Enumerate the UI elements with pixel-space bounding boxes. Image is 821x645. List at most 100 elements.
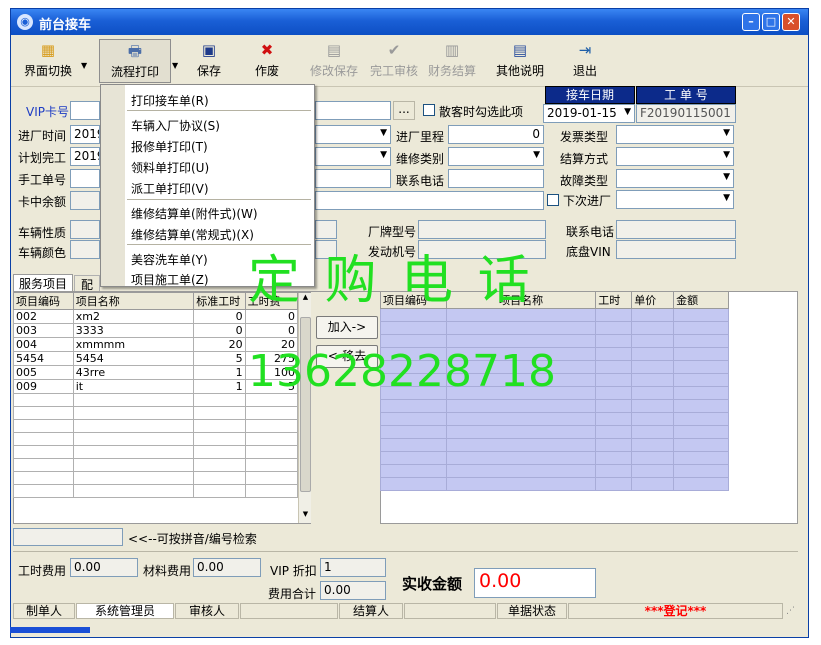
manual-no-label: 手工单号 (18, 173, 67, 187)
tab-parts[interactable]: 配 (74, 275, 100, 292)
exit-door-icon: ⇥ (578, 41, 592, 59)
table-row[interactable] (13, 406, 299, 420)
invoice-type-select[interactable] (616, 125, 734, 144)
col-std-hours[interactable]: 标准工时 (193, 292, 246, 310)
table-cell (13, 484, 74, 498)
progress-bar-fill (10, 627, 90, 633)
complete-audit-button[interactable]: ✔ 完工审核 (367, 39, 421, 83)
card-balance-extra-input[interactable] (315, 191, 544, 210)
table-cell (595, 373, 633, 387)
next-entry-date[interactable] (616, 190, 734, 209)
table-row[interactable] (13, 471, 299, 485)
table-row[interactable] (380, 321, 729, 335)
switch-view-button[interactable]: ▦ 界面切换 (17, 39, 79, 83)
table-row[interactable] (13, 484, 299, 498)
table-row[interactable] (13, 432, 299, 446)
in-time-dropdown[interactable] (315, 125, 391, 144)
table-cell (244, 484, 299, 498)
vehicle-nature-label: 车辆性质 (18, 226, 67, 240)
table-row[interactable] (380, 412, 729, 426)
plan-done-label: 计划完工 (18, 151, 67, 165)
fee-total-label: 费用合计 (268, 587, 317, 601)
add-item-button[interactable]: 加入-> (316, 316, 378, 339)
exit-button[interactable]: ⇥ 退出 (565, 39, 605, 83)
table-row[interactable] (380, 451, 729, 465)
menu-item-entry-agreement[interactable]: 车辆入厂协议(S) (131, 117, 220, 134)
manual-no-extra-input[interactable] (315, 169, 391, 188)
table-row[interactable] (13, 458, 299, 472)
scroll-down-icon[interactable]: ▼ (300, 510, 311, 522)
table-row[interactable] (380, 477, 729, 491)
menu-item-print-receipt[interactable]: 打印接车单(R) (131, 92, 209, 109)
mileage-input[interactable]: 0 (448, 125, 544, 144)
receive-date-picker[interactable]: 2019-01-15 (543, 104, 635, 123)
table-row[interactable] (380, 425, 729, 439)
plan-done-dropdown[interactable] (315, 147, 391, 166)
table-row[interactable]: 003 3333 0 0 (13, 323, 299, 338)
col-sel-price[interactable]: 单价 (631, 291, 675, 309)
menu-item-dispatch[interactable]: 派工单打印(V) (131, 180, 209, 197)
maximize-button[interactable]: □ (762, 13, 780, 31)
work-order-no-field: F20190115001 (636, 104, 736, 123)
table-cell (673, 360, 729, 374)
table-row[interactable] (13, 419, 299, 433)
contact-phone-input[interactable] (448, 169, 544, 188)
table-cell (380, 451, 447, 465)
contact-phone2-label: 联系电话 (566, 225, 615, 239)
vip-card-extra-input[interactable] (315, 101, 391, 120)
minimize-button[interactable]: – (742, 13, 760, 31)
menu-separator (127, 199, 311, 200)
title-bar[interactable]: ◉ 前台接车 – □ ✕ (11, 9, 808, 35)
repair-type-select[interactable] (448, 147, 544, 166)
vip-card-input[interactable] (70, 101, 100, 120)
modify-save-button[interactable]: ▤ 修改保存 (307, 39, 361, 83)
next-entry-checkbox[interactable] (547, 194, 559, 206)
table-row[interactable] (13, 445, 299, 459)
ledger-icon: ▥ (444, 41, 460, 59)
menu-item-construction[interactable]: 项目施工单(Z) (131, 271, 209, 288)
col-sel-hours[interactable]: 工时 (595, 291, 633, 309)
modify-save-label: 修改保存 (309, 64, 358, 78)
other-notes-button[interactable]: ▤ 其他说明 (493, 39, 547, 83)
receive-date-header: 接车日期 (545, 86, 635, 104)
search-input[interactable] (13, 528, 123, 546)
col-item-code[interactable]: 项目编码 (13, 292, 74, 310)
col-item-name[interactable]: 项目名称 (72, 292, 195, 310)
resize-grip-icon[interactable]: ⋰ (786, 606, 795, 616)
vip-lookup-button[interactable]: ... (393, 101, 415, 120)
tab-service-items[interactable]: 服务项目 (13, 274, 73, 291)
table-cell: 002 (13, 309, 74, 324)
table-cell (673, 425, 729, 439)
menu-item-carwash[interactable]: 美容洗车单(Y) (131, 251, 208, 268)
menu-item-repair-order[interactable]: 报修单打印(T) (131, 138, 208, 155)
in-time-input[interactable]: 2019 (70, 125, 100, 144)
manual-no-input[interactable] (70, 169, 100, 188)
fault-type-select[interactable] (616, 169, 734, 188)
close-button[interactable]: ✕ (782, 13, 800, 31)
table-cell (72, 458, 195, 472)
finance-settle-label: 财务结算 (427, 64, 476, 78)
table-row[interactable] (380, 399, 729, 413)
table-row[interactable] (380, 438, 729, 452)
menu-item-settle-attached[interactable]: 维修结算单(附件式)(W) (131, 205, 258, 222)
table-cell: 43rre (72, 365, 195, 380)
finance-settle-button[interactable]: ▥ 财务结算 (425, 39, 479, 83)
scroll-thumb[interactable] (300, 317, 311, 492)
col-sel-amount[interactable]: 金额 (673, 291, 729, 309)
settle-method-select[interactable] (616, 147, 734, 166)
menu-item-parts-pick[interactable]: 领料单打印(U) (131, 159, 209, 176)
table-row[interactable] (380, 464, 729, 478)
receive-date-value: 2019-01-15 (547, 106, 617, 120)
dropdown-arrow-icon[interactable]: ▼ (81, 61, 87, 70)
save-button[interactable]: ▣ 保存 (189, 39, 229, 83)
table-cell: 1 (193, 365, 246, 380)
menu-item-settle-regular[interactable]: 维修结算单(常规式)(X) (131, 226, 254, 243)
flow-print-button[interactable]: 🖶 流程打印 (99, 39, 171, 83)
table-cell (244, 406, 299, 420)
plan-done-input[interactable]: 2019 (70, 147, 100, 166)
print-dropdown-arrow-icon[interactable]: ▼ (172, 61, 178, 70)
void-button[interactable]: ✖ 作废 (247, 39, 287, 83)
left-grid-scrollbar[interactable]: ▲ ▼ (298, 293, 311, 523)
table-cell (13, 419, 74, 433)
walkin-checkbox[interactable] (423, 104, 435, 116)
